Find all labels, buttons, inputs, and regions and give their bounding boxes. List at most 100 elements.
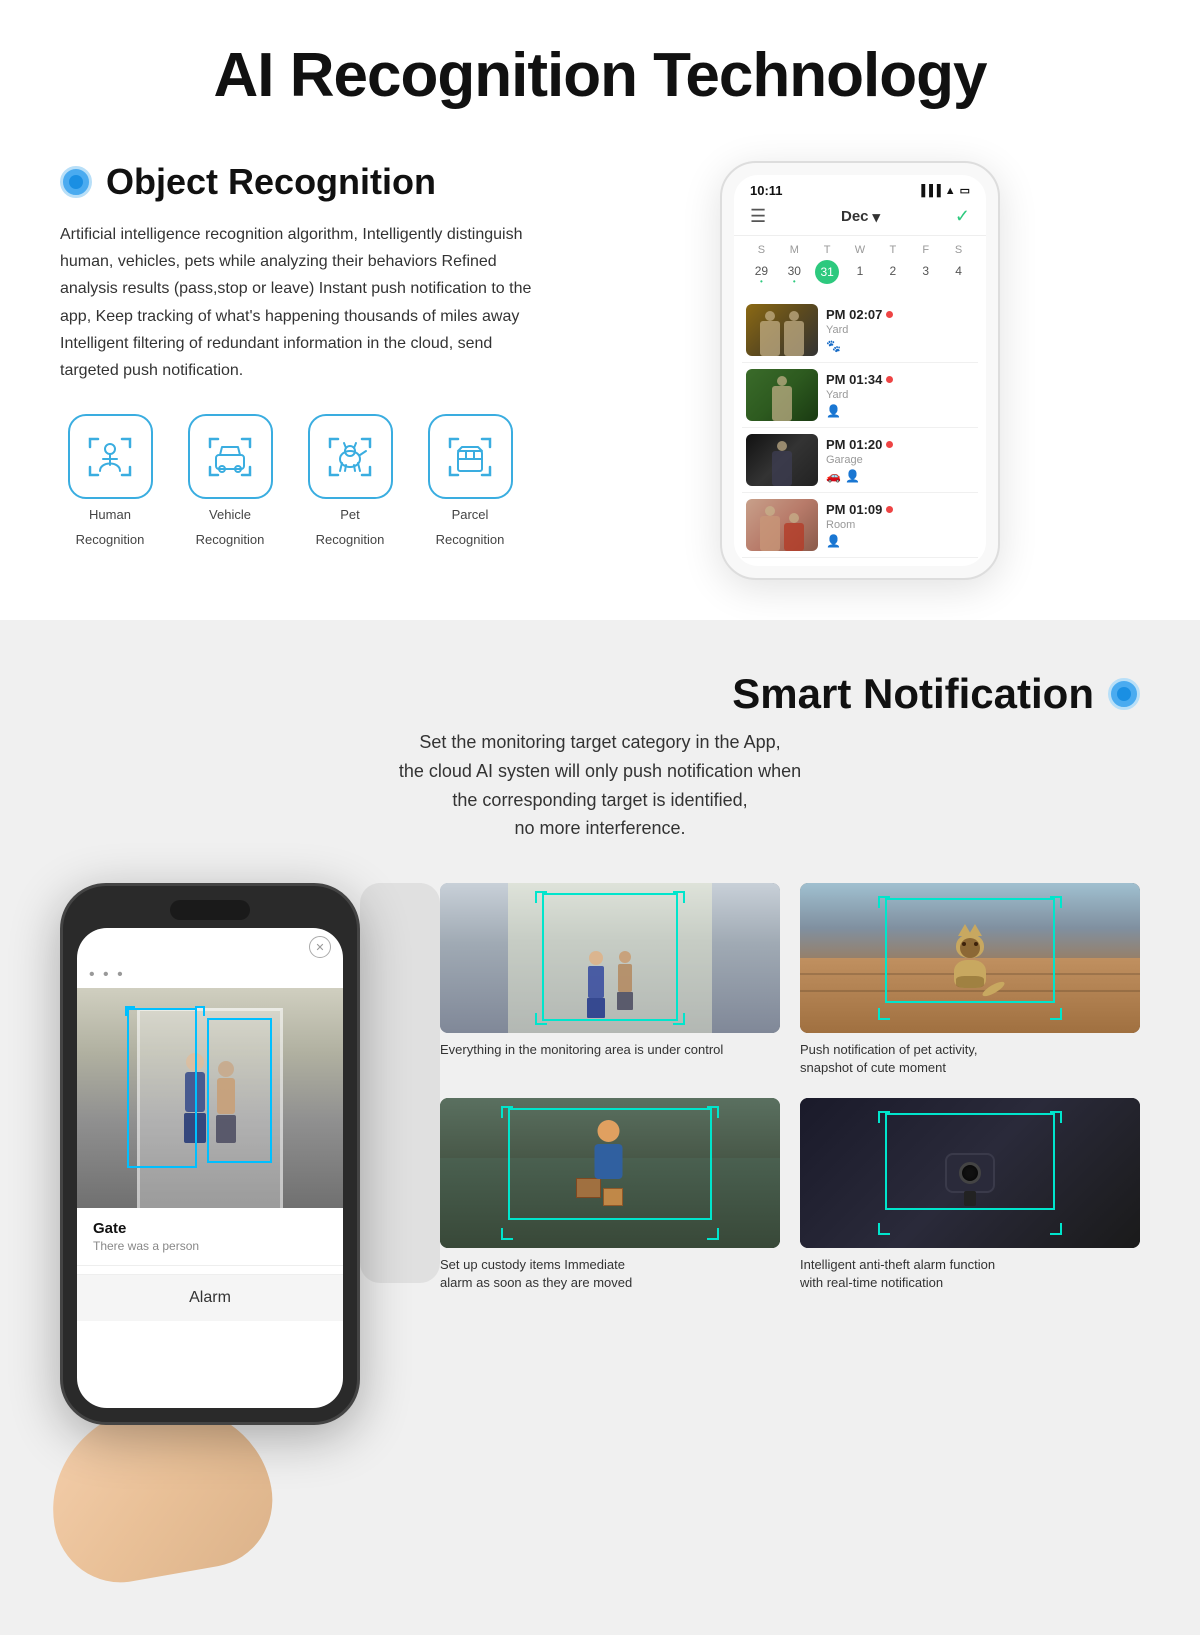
calendar-grid: S M T W T F S 29 30 31 1 2 3 4 xyxy=(734,236,986,290)
pet-icon xyxy=(326,433,374,481)
notif-red-dot-4 xyxy=(886,506,893,513)
parcel-icon xyxy=(446,433,494,481)
grid-item-cat: Push notification of pet activity,snapsh… xyxy=(800,883,1140,1077)
phone-alert-banner: Gate There was a person xyxy=(77,1208,343,1266)
alert-location: Gate xyxy=(93,1220,327,1237)
car-tag-icon: 🚗 xyxy=(826,469,841,483)
phone-status-icons: ▐▐▐ ▲ ▭ xyxy=(917,184,970,197)
phone-screen: 10:11 ▐▐▐ ▲ ▭ ☰ Dec ▾ ✓ xyxy=(734,175,986,566)
notif-red-dot-2 xyxy=(886,376,893,383)
pet-recognition-label2: Recognition xyxy=(316,532,385,549)
page-hero-title: AI Recognition Technology xyxy=(0,0,1200,141)
section2-image-grid: Everything in the monitoring area is und… xyxy=(420,883,1140,1292)
phone-device: 10:11 ▐▐▐ ▲ ▭ ☰ Dec ▾ ✓ xyxy=(720,161,1000,580)
dots-menu[interactable]: • • • xyxy=(77,962,343,988)
recognition-icons-row: Human Recognition xyxy=(60,414,540,549)
vehicle-recognition-label: Vehicle xyxy=(209,507,251,524)
battery-icon: ▭ xyxy=(960,184,970,197)
notif-time-4: PM 01:09 xyxy=(826,502,974,517)
notif-thumb-3 xyxy=(746,434,818,486)
close-button[interactable]: ✕ xyxy=(309,936,331,958)
section2-content: ✕ • • • xyxy=(60,883,1140,1575)
cal-day-31-today: 31 xyxy=(815,260,839,284)
alert-description: There was a person xyxy=(93,1239,327,1253)
notif-item-2: PM 01:34 Yard 👤 xyxy=(742,363,978,428)
notif-thumb-4 xyxy=(746,499,818,551)
parcel-recognition-icon-box xyxy=(428,414,513,499)
signal-icon: ▐▐▐ xyxy=(917,185,940,197)
grid-caption-cat: Push notification of pet activity,snapsh… xyxy=(800,1041,1140,1077)
pet-recognition-label: Pet xyxy=(340,507,360,524)
notif-thumb-2 xyxy=(746,369,818,421)
human-recognition-label2: Recognition xyxy=(76,532,145,549)
notif-info-1: PM 02:07 Yard 🐾 xyxy=(826,307,974,353)
notif-item-4: PM 01:09 Room 👤 xyxy=(742,493,978,558)
section1-left: Object Recognition Artificial intelligen… xyxy=(60,161,540,549)
cal-header-t1: T xyxy=(812,242,843,258)
phone-notch xyxy=(170,900,250,920)
notif-location-1: Yard xyxy=(826,324,974,336)
grid-image-cat xyxy=(800,883,1140,1033)
notif-red-dot-3 xyxy=(886,441,893,448)
human-recognition-icon-box xyxy=(68,414,153,499)
notif-item-3: PM 01:20 Garage 🚗 👤 xyxy=(742,428,978,493)
detection-box-delivery xyxy=(508,1108,712,1221)
grid-image-camera xyxy=(800,1098,1140,1248)
person-tag-icon-4: 👤 xyxy=(826,534,841,548)
object-recognition-title: Object Recognition xyxy=(106,161,436,203)
notif-tags-2: 👤 xyxy=(826,404,974,418)
notif-location-2: Yard xyxy=(826,389,974,401)
cal-header-m: M xyxy=(779,242,810,258)
blue-dot-icon xyxy=(60,166,92,198)
cal-header-t2: T xyxy=(877,242,908,258)
calendar-menu-icon: ☰ xyxy=(750,206,766,227)
notif-tags-1: 🐾 xyxy=(826,339,974,353)
cal-day-29: 29 xyxy=(746,260,777,284)
pet-tag-icon: 🐾 xyxy=(826,339,841,353)
person-tag-icon-2: 👤 xyxy=(826,404,841,418)
notif-time-3: PM 01:20 xyxy=(826,437,974,452)
section2-header: Smart Notification xyxy=(60,670,1140,718)
notif-time-2: PM 01:34 xyxy=(826,372,974,387)
pet-recognition-icon-box xyxy=(308,414,393,499)
notif-item-1: PM 02:07 Yard 🐾 xyxy=(742,298,978,363)
human-recognition-item: Human Recognition xyxy=(60,414,160,549)
notif-red-dot-1 xyxy=(886,311,893,318)
cal-day-1: 1 xyxy=(845,260,876,284)
grid-item-camera: Intelligent anti-theft alarm functionwit… xyxy=(800,1098,1140,1292)
notif-tags-3: 🚗 👤 xyxy=(826,469,974,483)
cal-day-4: 4 xyxy=(943,260,974,284)
detection-box-indoor xyxy=(542,893,678,1021)
check-icon: ✓ xyxy=(955,206,970,227)
vehicle-recognition-label2: Recognition xyxy=(196,532,265,549)
phone-month: Dec ▾ xyxy=(841,208,880,226)
cal-day-30: 30 xyxy=(779,260,810,284)
detection-box-2 xyxy=(207,1018,272,1163)
detection-box-1 xyxy=(127,1008,197,1168)
human-recognition-label: Human xyxy=(89,507,131,524)
phone-screen-large: ✕ • • • xyxy=(77,928,343,1408)
phone-screen-header: ✕ xyxy=(77,928,343,962)
alarm-button[interactable]: Alarm xyxy=(77,1274,343,1321)
smart-notification-title: Smart Notification xyxy=(732,670,1140,718)
section2-subtitle: Set the monitoring target category in th… xyxy=(60,728,1140,843)
section2-left-phone: ✕ • • • xyxy=(60,883,420,1575)
notif-location-3: Garage xyxy=(826,454,974,466)
phone-time: 10:11 xyxy=(750,183,783,198)
vehicle-icon xyxy=(206,433,254,481)
vehicle-recognition-icon-box xyxy=(188,414,273,499)
cal-day-3: 3 xyxy=(910,260,941,284)
pet-recognition-item: Pet Recognition xyxy=(300,414,400,549)
phone-mockup-large: ✕ • • • xyxy=(60,883,360,1425)
parcel-recognition-item: Parcel Recognition xyxy=(420,414,520,549)
cal-header-s2: S xyxy=(943,242,974,258)
blue-dot-icon-2 xyxy=(1108,678,1140,710)
detection-box-camera xyxy=(885,1113,1055,1211)
notif-location-4: Room xyxy=(826,519,974,531)
section1-phone-mockup: 10:11 ▐▐▐ ▲ ▭ ☰ Dec ▾ ✓ xyxy=(580,161,1140,580)
cal-header-s: S xyxy=(746,242,777,258)
human-icon xyxy=(86,433,134,481)
detection-box-cat xyxy=(885,898,1055,1003)
section2-smart-notification: Smart Notification Set the monitoring ta… xyxy=(0,620,1200,1635)
phone-calendar-header: ☰ Dec ▾ ✓ xyxy=(734,202,986,236)
